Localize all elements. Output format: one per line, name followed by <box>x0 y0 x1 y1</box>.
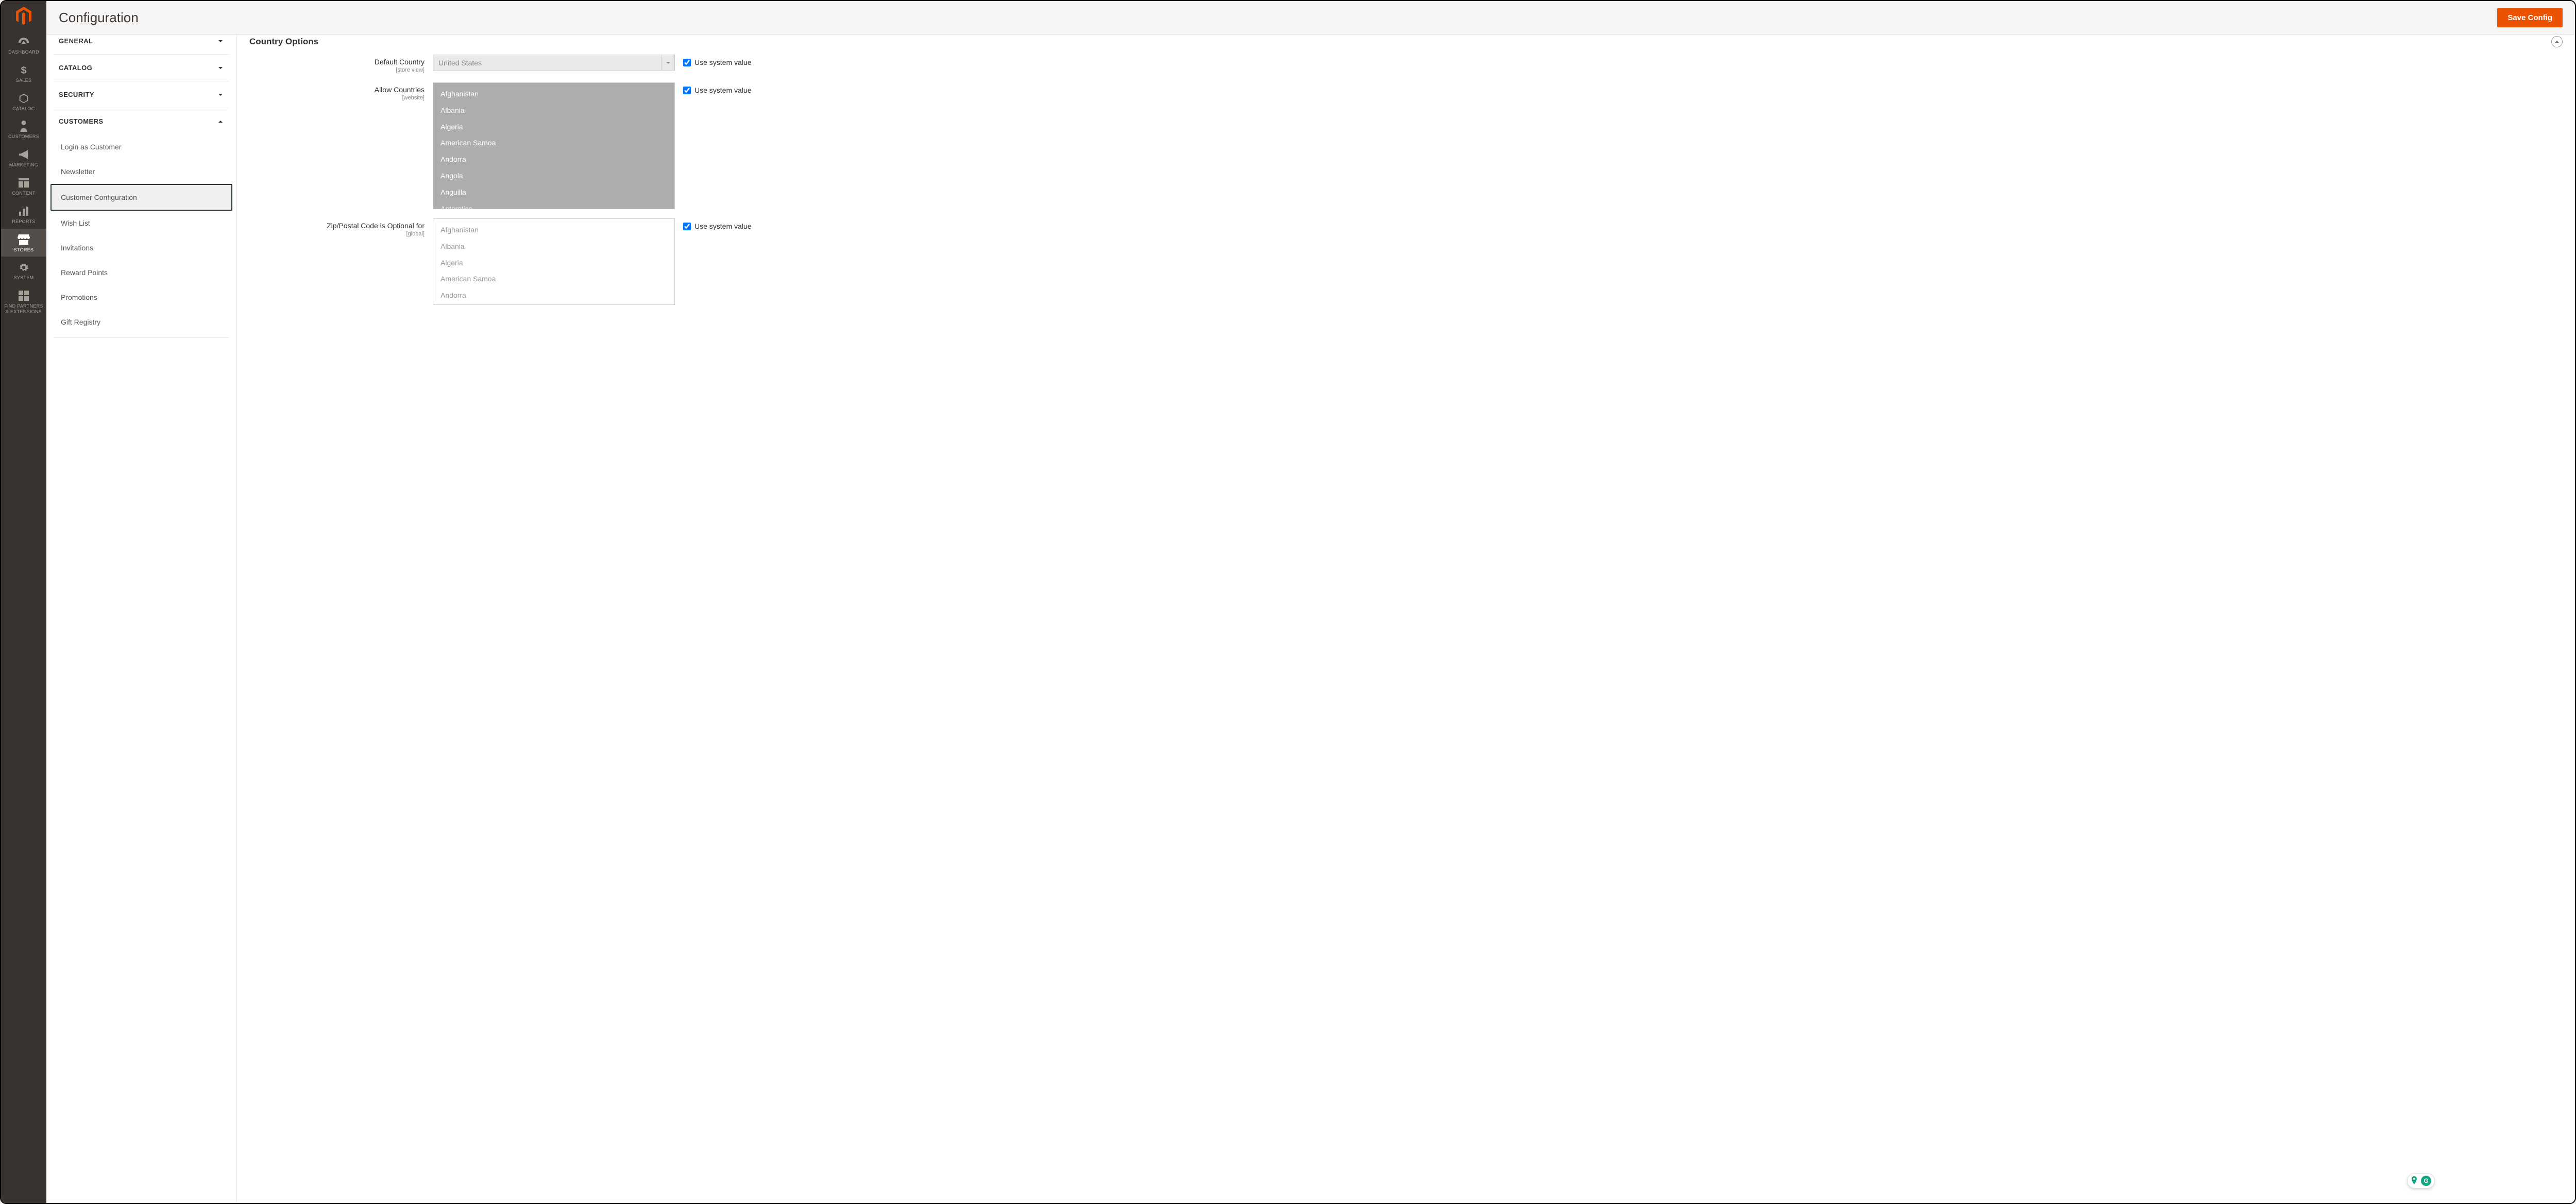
gear-icon <box>16 262 31 273</box>
list-item[interactable]: Antarctica <box>433 201 674 209</box>
nav-stores[interactable]: STORES <box>1 229 46 257</box>
collapse-section-toggle[interactable] <box>2551 36 2563 47</box>
layout-icon <box>16 177 31 189</box>
settings-panel: Country Options Default Country [store v… <box>237 35 2575 1203</box>
label-default-country: Default Country <box>375 58 425 66</box>
chevron-up-icon <box>217 118 224 125</box>
multiselect-allow-countries[interactable]: Afghanistan Albania Algeria American Sam… <box>433 82 675 209</box>
tree-item-invitations[interactable]: Invitations <box>54 235 229 260</box>
pin-icon <box>2411 1176 2418 1186</box>
use-system-default-country[interactable]: Use system value <box>683 58 751 66</box>
use-system-allow-countries[interactable]: Use system value <box>683 86 751 94</box>
admin-vertical-nav: DASHBOARD $ SALES CATALOG CUSTOMERS MARK… <box>1 1 46 1203</box>
bars-icon <box>16 206 31 217</box>
chevron-down-icon <box>217 91 224 98</box>
field-zip-optional: Zip/Postal Code is Optional for [global]… <box>249 218 2563 305</box>
label-zip-optional: Zip/Postal Code is Optional for <box>327 222 425 230</box>
config-sidebar: GENERAL CATALOG SECURITY <box>46 35 237 1203</box>
nav-sales[interactable]: $ SALES <box>1 59 46 88</box>
nav-catalog[interactable]: CATALOG <box>1 88 46 116</box>
tree-item-newsletter[interactable]: Newsletter <box>54 159 229 184</box>
tree-item-login-as-customer[interactable]: Login as Customer <box>54 134 229 159</box>
tree-item-promotions[interactable]: Promotions <box>54 285 229 310</box>
blocks-icon <box>16 290 31 301</box>
gauge-icon <box>16 36 31 47</box>
svg-text:$: $ <box>21 64 26 75</box>
nav-customers[interactable]: CUSTOMERS <box>1 115 46 144</box>
tree-item-wish-list[interactable]: Wish List <box>54 211 229 235</box>
list-item[interactable]: Andorra <box>433 287 674 304</box>
tree-section-catalog[interactable]: CATALOG <box>54 55 229 81</box>
list-item[interactable]: Albania <box>433 103 674 119</box>
chevron-down-icon <box>217 64 224 72</box>
grammarly-icon: G <box>2421 1176 2431 1186</box>
list-item[interactable]: Algeria <box>433 119 674 135</box>
dollar-icon: $ <box>16 64 31 76</box>
magento-logo[interactable] <box>1 1 46 31</box>
select-default-country[interactable]: United States <box>433 55 675 71</box>
section-title: Country Options <box>249 37 318 47</box>
tree-item-customer-configuration[interactable]: Customer Configuration <box>50 184 232 211</box>
list-item[interactable]: American Samoa <box>433 271 674 287</box>
list-item[interactable]: American Samoa <box>433 135 674 151</box>
list-item[interactable]: Anguilla <box>433 184 674 201</box>
page-title: Configuration <box>59 10 139 26</box>
save-config-button[interactable]: Save Config <box>2497 8 2563 27</box>
megaphone-icon <box>16 149 31 160</box>
caret-down-icon <box>661 55 674 71</box>
tree-item-reward-points[interactable]: Reward Points <box>54 260 229 285</box>
tree-section-general[interactable]: GENERAL <box>54 35 229 54</box>
storefront-icon <box>16 234 31 245</box>
use-system-zip-optional[interactable]: Use system value <box>683 222 751 230</box>
page-header: Configuration Save Config <box>46 1 2575 35</box>
person-icon <box>16 121 31 132</box>
multiselect-zip-optional[interactable]: Afghanistan Albania Algeria American Sam… <box>433 218 675 305</box>
nav-partners[interactable]: FIND PARTNERS & EXTENSIONS <box>1 285 46 319</box>
list-item[interactable]: Albania <box>433 239 674 255</box>
nav-content[interactable]: CONTENT <box>1 172 46 200</box>
tree-section-customers[interactable]: CUSTOMERS <box>54 108 229 134</box>
nav-reports[interactable]: REPORTS <box>1 200 46 229</box>
chevron-down-icon <box>217 38 224 45</box>
list-item[interactable]: Angola <box>433 168 674 184</box>
tree-item-gift-registry[interactable]: Gift Registry <box>54 310 229 334</box>
tree-section-security[interactable]: SECURITY <box>54 81 229 108</box>
label-allow-countries: Allow Countries <box>375 86 425 94</box>
nav-system[interactable]: SYSTEM <box>1 257 46 285</box>
list-item[interactable]: Andorra <box>433 151 674 168</box>
list-item[interactable]: Angola <box>433 304 674 305</box>
list-item[interactable]: Algeria <box>433 255 674 272</box>
nav-marketing[interactable]: MARKETING <box>1 144 46 172</box>
field-default-country: Default Country [store view] United Stat… <box>249 55 2563 73</box>
field-allow-countries: Allow Countries [website] Afghanistan Al… <box>249 82 2563 209</box>
box-icon <box>16 93 31 104</box>
list-item[interactable]: Afghanistan <box>433 222 674 239</box>
grammarly-widget[interactable]: G <box>2407 1173 2435 1189</box>
nav-dashboard[interactable]: DASHBOARD <box>1 31 46 59</box>
list-item[interactable]: Afghanistan <box>433 86 674 103</box>
